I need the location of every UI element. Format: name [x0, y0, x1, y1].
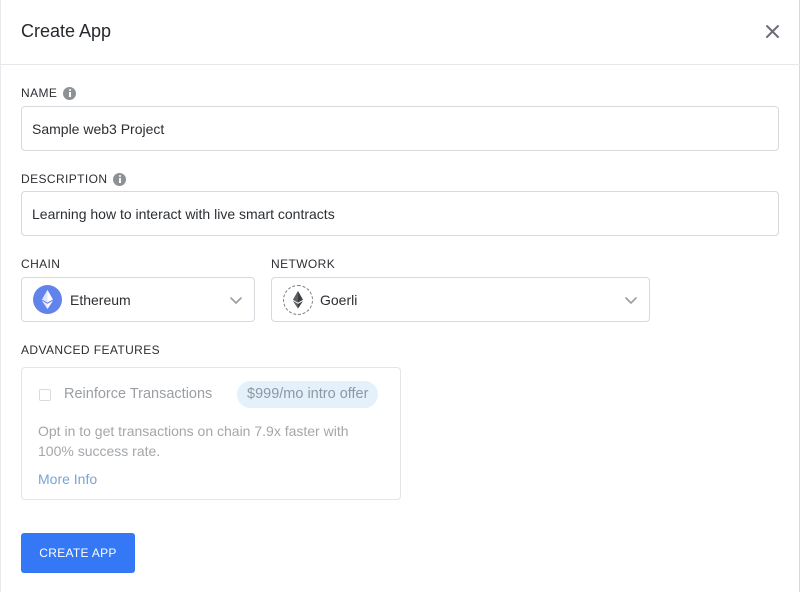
chain-select[interactable]: Ethereum [21, 277, 255, 322]
feature-description: Opt in to get transactions on chain 7.9x… [38, 423, 349, 459]
name-label: NAME [21, 86, 77, 100]
more-info-link[interactable]: More Info [38, 471, 97, 487]
chain-selected-value: Ethereum [70, 292, 131, 308]
name-input[interactable] [21, 106, 779, 151]
reinforce-transactions-checkbox[interactable] [39, 389, 51, 401]
network-select[interactable]: Goerli [271, 277, 650, 322]
modal-header: Create App [1, 0, 800, 65]
ethereum-icon [293, 291, 303, 309]
description-label-text: DESCRIPTION [21, 172, 108, 186]
offer-badge: $999/mo intro offer [237, 381, 379, 408]
goerli-badge [283, 285, 313, 315]
chain-label: CHAIN [21, 257, 61, 271]
close-button[interactable] [763, 22, 783, 42]
chevron-down-icon [625, 297, 637, 304]
advanced-features-label: ADVANCED FEATURES [21, 343, 161, 357]
ethereum-badge [33, 285, 62, 314]
description-label: DESCRIPTION [21, 172, 127, 186]
ethereum-icon [42, 290, 53, 309]
reinforce-transactions-card: Reinforce Transactions $999/mo intro off… [21, 367, 401, 500]
create-app-modal: Create App NAME DESCRIPTION CHAIN Ethe [0, 0, 800, 592]
network-label: NETWORK [271, 257, 336, 271]
info-icon[interactable] [63, 86, 77, 100]
name-label-text: NAME [21, 86, 58, 100]
info-icon[interactable] [113, 172, 127, 186]
feature-title: Reinforce Transactions [64, 386, 213, 402]
create-app-button[interactable]: CREATE APP [21, 533, 135, 573]
network-selected-value: Goerli [320, 292, 358, 308]
modal-title: Create App [21, 21, 112, 41]
chevron-down-icon [230, 297, 242, 304]
description-input[interactable] [21, 191, 779, 236]
close-icon [766, 25, 779, 38]
